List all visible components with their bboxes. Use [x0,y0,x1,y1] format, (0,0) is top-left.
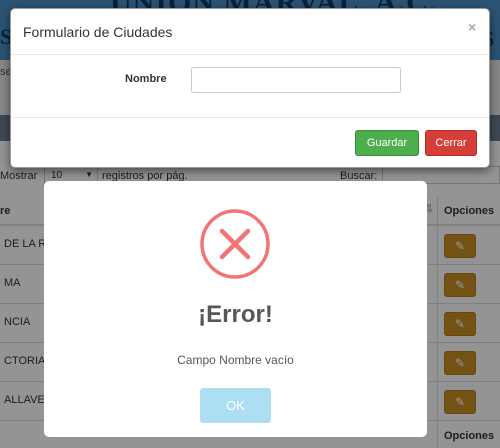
save-button[interactable]: Guardar [355,130,419,156]
alert-title: ¡Error! [198,301,273,328]
close-icon[interactable]: × [468,19,476,35]
city-form-modal: Formulario de Ciudades × Nombre Guardar … [10,8,490,168]
name-label: Nombre [125,73,167,85]
modal-footer-divider [11,117,489,118]
ok-button[interactable]: OK [200,388,271,423]
error-x-icon [200,209,270,279]
cancel-button[interactable]: Cerrar [425,130,477,156]
alert-message: Campo Nombre vacío [177,353,294,367]
modal-title: Formulario de Ciudades [23,24,173,40]
modal-header-divider [11,54,489,55]
error-alert: ¡Error! Campo Nombre vacío OK [44,181,427,437]
name-input[interactable] [191,67,401,93]
